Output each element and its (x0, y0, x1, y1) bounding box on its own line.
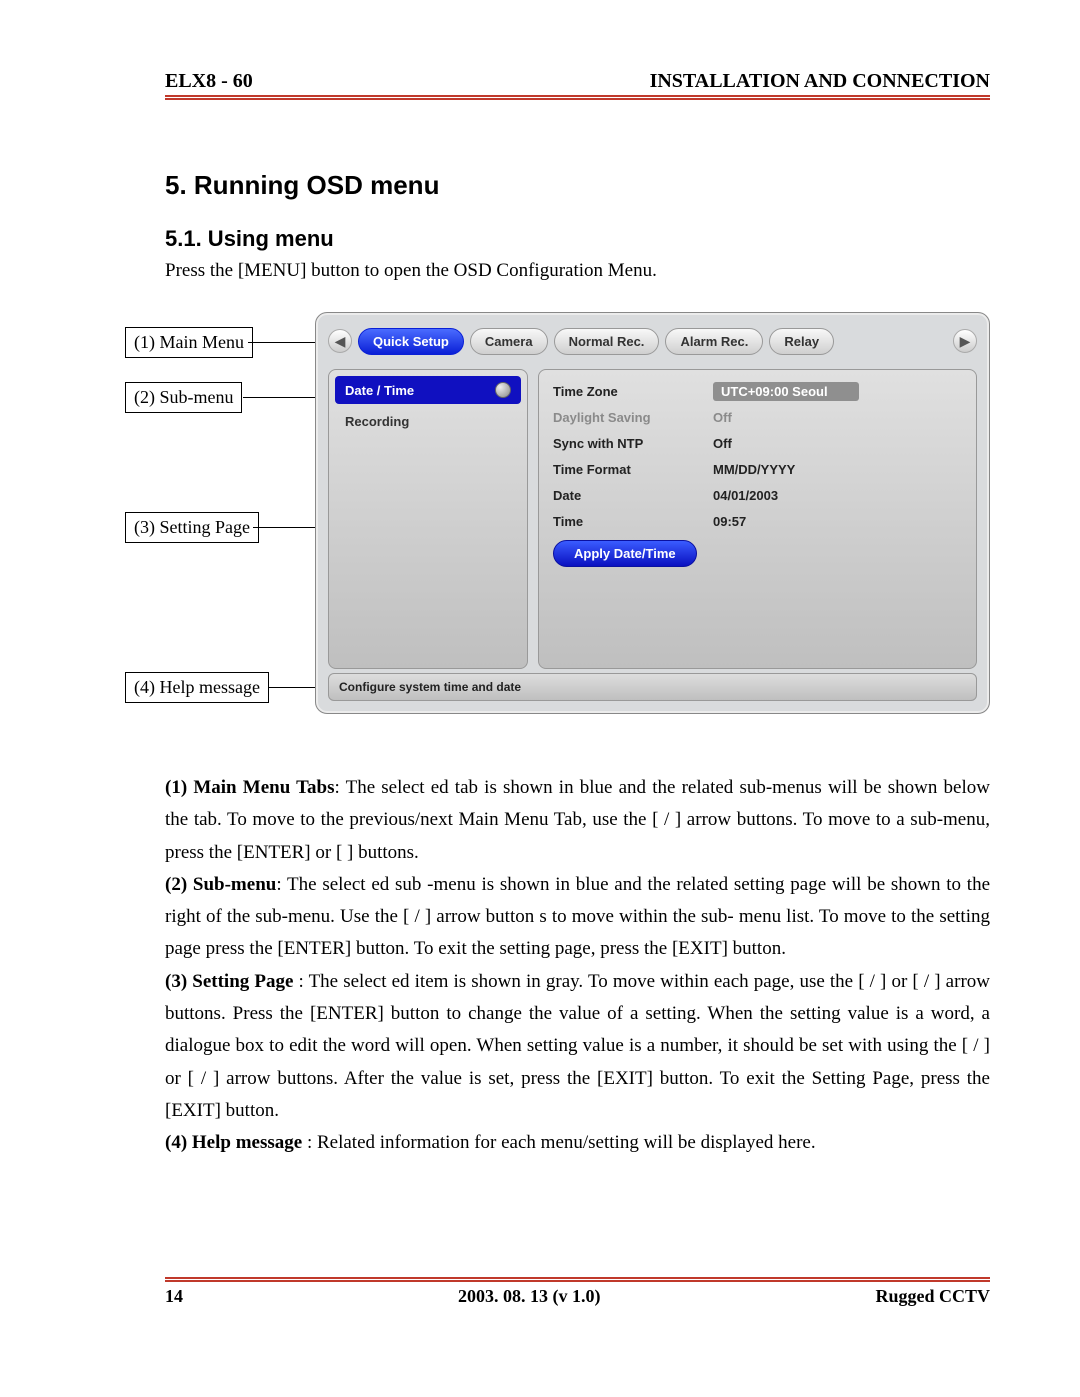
setting-value: 04/01/2003 (713, 488, 778, 503)
desc1-head: (1) Main Menu Tabs (165, 777, 334, 798)
desc2-text: : The select ed sub -menu is shown in bl… (165, 874, 990, 960)
submenu-recording[interactable]: Recording (335, 408, 521, 435)
setting-value: 09:57 (713, 514, 746, 529)
header-left: ELX8 - 60 (165, 70, 253, 93)
setting-label: Time Zone (553, 384, 713, 399)
desc3-text: : The select ed item is shown in gray. T… (165, 971, 990, 1121)
subsection-title: 5.1. Using menu (165, 226, 990, 252)
setting-value: MM/DD/YYYY (713, 462, 795, 477)
setting-label: Daylight Saving (553, 410, 713, 425)
osd-panel: ◀ Quick Setup Camera Normal Rec. Alarm R… (315, 312, 990, 714)
desc4-text: : Related information for each menu/sett… (302, 1132, 815, 1153)
setting-label: Time Format (553, 462, 713, 477)
header-rule-2 (165, 98, 990, 100)
tab-row: ◀ Quick Setup Camera Normal Rec. Alarm R… (328, 323, 977, 359)
intro-text: Press the [MENU] button to open the OSD … (165, 260, 990, 282)
desc4-head: (4) Help message (165, 1132, 302, 1153)
page-footer: 14 2003. 08. 13 (v 1.0) Rugged CCTV (165, 1280, 990, 1307)
footer-brand: Rugged CCTV (875, 1286, 990, 1307)
tab-normal-rec[interactable]: Normal Rec. (554, 328, 660, 355)
tab-relay[interactable]: Relay (769, 328, 834, 355)
help-bar: Configure system time and date (328, 673, 977, 701)
setting-label: Time (553, 514, 713, 529)
setting-row[interactable]: Time Format MM/DD/YYYY (553, 456, 962, 482)
setting-row[interactable]: Sync with NTP Off (553, 430, 962, 456)
desc3-head: (3) Setting Page (165, 971, 293, 992)
tab-quick-setup[interactable]: Quick Setup (358, 328, 464, 355)
callout-main-menu: (1) Main Menu (125, 327, 253, 358)
tab-camera[interactable]: Camera (470, 328, 548, 355)
tab-alarm-rec[interactable]: Alarm Rec. (665, 328, 763, 355)
callout-setting-page: (3) Setting Page (125, 512, 259, 543)
osd-figure: (1) Main Menu (2) Sub-menu (3) Setting P… (165, 312, 990, 732)
help-text: Configure system time and date (339, 680, 521, 694)
submenu-panel: Date / Time Recording (328, 369, 528, 669)
setting-value: UTC+09:00 Seoul (713, 382, 859, 401)
nav-right-icon[interactable]: ▶ (953, 329, 977, 353)
gear-icon (495, 382, 511, 398)
apply-button[interactable]: Apply Date/Time (553, 540, 697, 567)
submenu-label: Recording (345, 414, 409, 429)
footer-page: 14 (165, 1286, 183, 1307)
description-body: (1) Main Menu Tabs: The select ed tab is… (165, 772, 990, 1160)
nav-left-icon[interactable]: ◀ (328, 329, 352, 353)
footer-date: 2003. 08. 13 (v 1.0) (458, 1286, 601, 1307)
callout-line-2 (243, 397, 323, 398)
callout-sub-menu: (2) Sub-menu (125, 382, 242, 413)
callout-line-1 (248, 342, 323, 343)
setting-row[interactable]: Daylight Saving Off (553, 404, 962, 430)
desc2-head: (2) Sub-menu (165, 874, 276, 895)
callout-help-message: (4) Help message (125, 672, 269, 703)
submenu-label: Date / Time (345, 383, 414, 398)
setting-label: Date (553, 488, 713, 503)
setting-row[interactable]: Date 04/01/2003 (553, 482, 962, 508)
header-right: INSTALLATION AND CONNECTION (650, 70, 990, 93)
setting-value: Off (713, 410, 732, 425)
section-title: 5. Running OSD menu (165, 170, 990, 201)
setting-label: Sync with NTP (553, 436, 713, 451)
settings-panel: Time Zone UTC+09:00 Seoul Daylight Savin… (538, 369, 977, 669)
header-rule (165, 95, 990, 97)
setting-value: Off (713, 436, 732, 451)
setting-row[interactable]: Time Zone UTC+09:00 Seoul (553, 378, 962, 404)
submenu-date-time[interactable]: Date / Time (335, 376, 521, 404)
setting-row[interactable]: Time 09:57 (553, 508, 962, 534)
